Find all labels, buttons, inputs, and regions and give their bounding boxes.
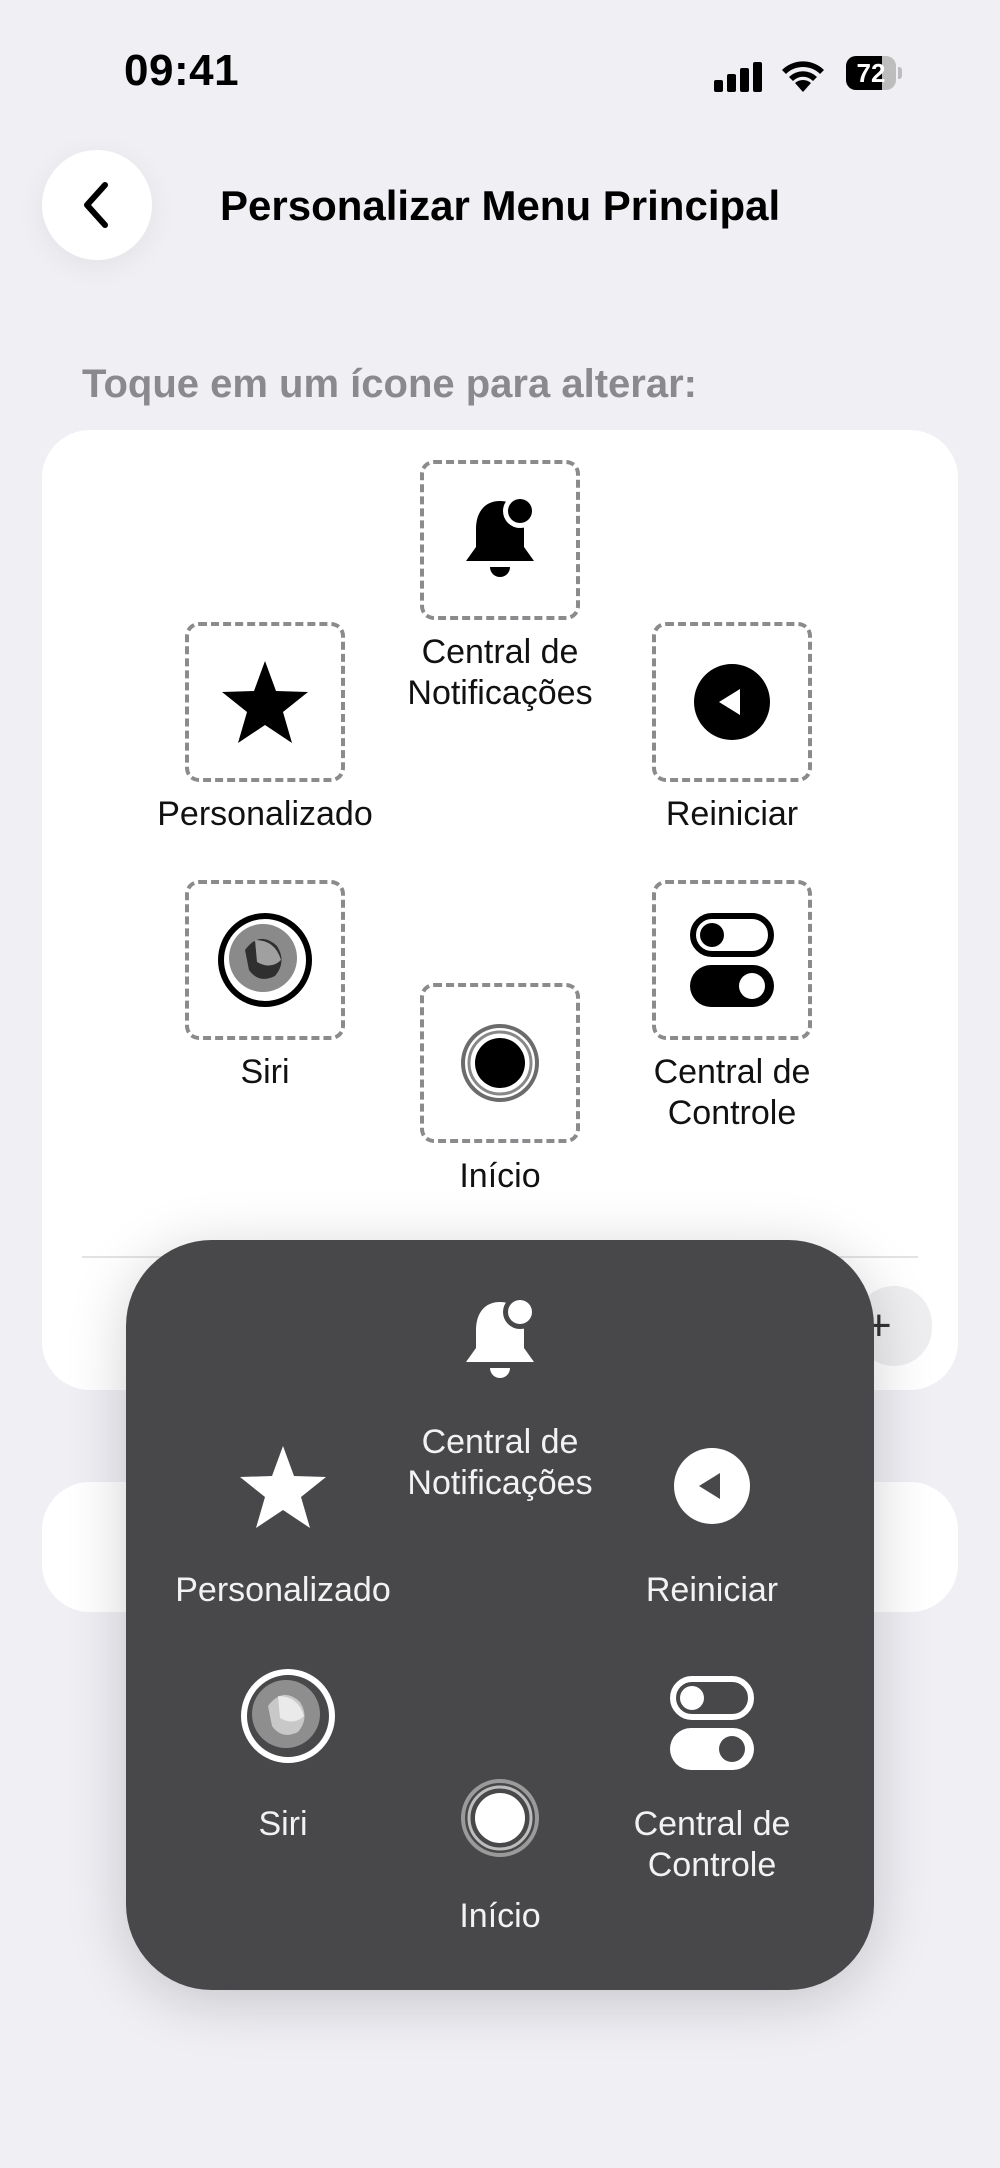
overlay-siri-button[interactable] xyxy=(238,1666,338,1766)
status-time: 09:41 xyxy=(124,46,240,95)
overlay-label-home: Início xyxy=(459,1897,541,1935)
bell-badge-icon xyxy=(466,1296,537,1378)
battery-icon: 72 xyxy=(846,56,902,90)
overlay-label-notifications: Central de Notificações xyxy=(407,1423,593,1502)
restart-icon xyxy=(694,664,770,740)
slot-notifications[interactable] xyxy=(420,460,580,620)
overlay-label-control-center: Central de Controle xyxy=(633,1805,791,1884)
label-home: Início xyxy=(459,1157,541,1195)
toggles-icon xyxy=(690,913,774,1007)
chevron-left-icon xyxy=(84,182,108,228)
overlay-control-center-button[interactable] xyxy=(670,1676,754,1770)
label-restart: Reiniciar xyxy=(665,795,799,833)
overlay-notifications-button[interactable] xyxy=(455,1296,545,1386)
back-button[interactable] xyxy=(42,150,152,260)
overlay-custom-button[interactable] xyxy=(238,1444,328,1530)
overlay-label-siri: Siri xyxy=(258,1805,308,1843)
overlay-home-button[interactable] xyxy=(460,1778,540,1858)
toggles-icon xyxy=(670,1676,754,1770)
slot-restart[interactable] xyxy=(652,622,812,782)
battery-percentage: 72 xyxy=(856,58,886,88)
home-button-icon xyxy=(461,1779,539,1857)
restart-icon xyxy=(674,1448,750,1524)
siri-icon xyxy=(241,1669,335,1763)
label-siri: Siri xyxy=(240,1053,290,1091)
bell-badge-icon xyxy=(466,495,537,577)
home-button-icon xyxy=(461,1024,539,1102)
overlay-label-restart: Reiniciar xyxy=(645,1571,779,1609)
siri-icon xyxy=(218,913,312,1007)
overlay-restart-button[interactable] xyxy=(672,1446,752,1526)
instruction-text: Toque em um ícone para alterar: xyxy=(82,362,697,406)
slot-siri[interactable] xyxy=(185,880,345,1040)
slot-control-center[interactable] xyxy=(652,880,812,1040)
status-icons: 72 xyxy=(714,52,914,96)
label-control-center: Central de Controle xyxy=(653,1053,811,1132)
cellular-signal-icon xyxy=(714,62,762,92)
slot-custom[interactable] xyxy=(185,622,345,782)
star-icon xyxy=(240,1446,326,1528)
label-custom: Personalizado xyxy=(157,795,373,833)
overlay-label-custom: Personalizado xyxy=(175,1571,391,1609)
wifi-icon xyxy=(782,61,824,92)
assistive-touch-menu-preview: Central de Notificações Personalizado Re… xyxy=(126,1240,874,1990)
slot-home[interactable] xyxy=(420,983,580,1143)
label-notifications: Central de Notificações xyxy=(407,633,593,712)
page-title: Personalizar Menu Principal xyxy=(220,182,781,229)
star-icon xyxy=(222,661,308,743)
